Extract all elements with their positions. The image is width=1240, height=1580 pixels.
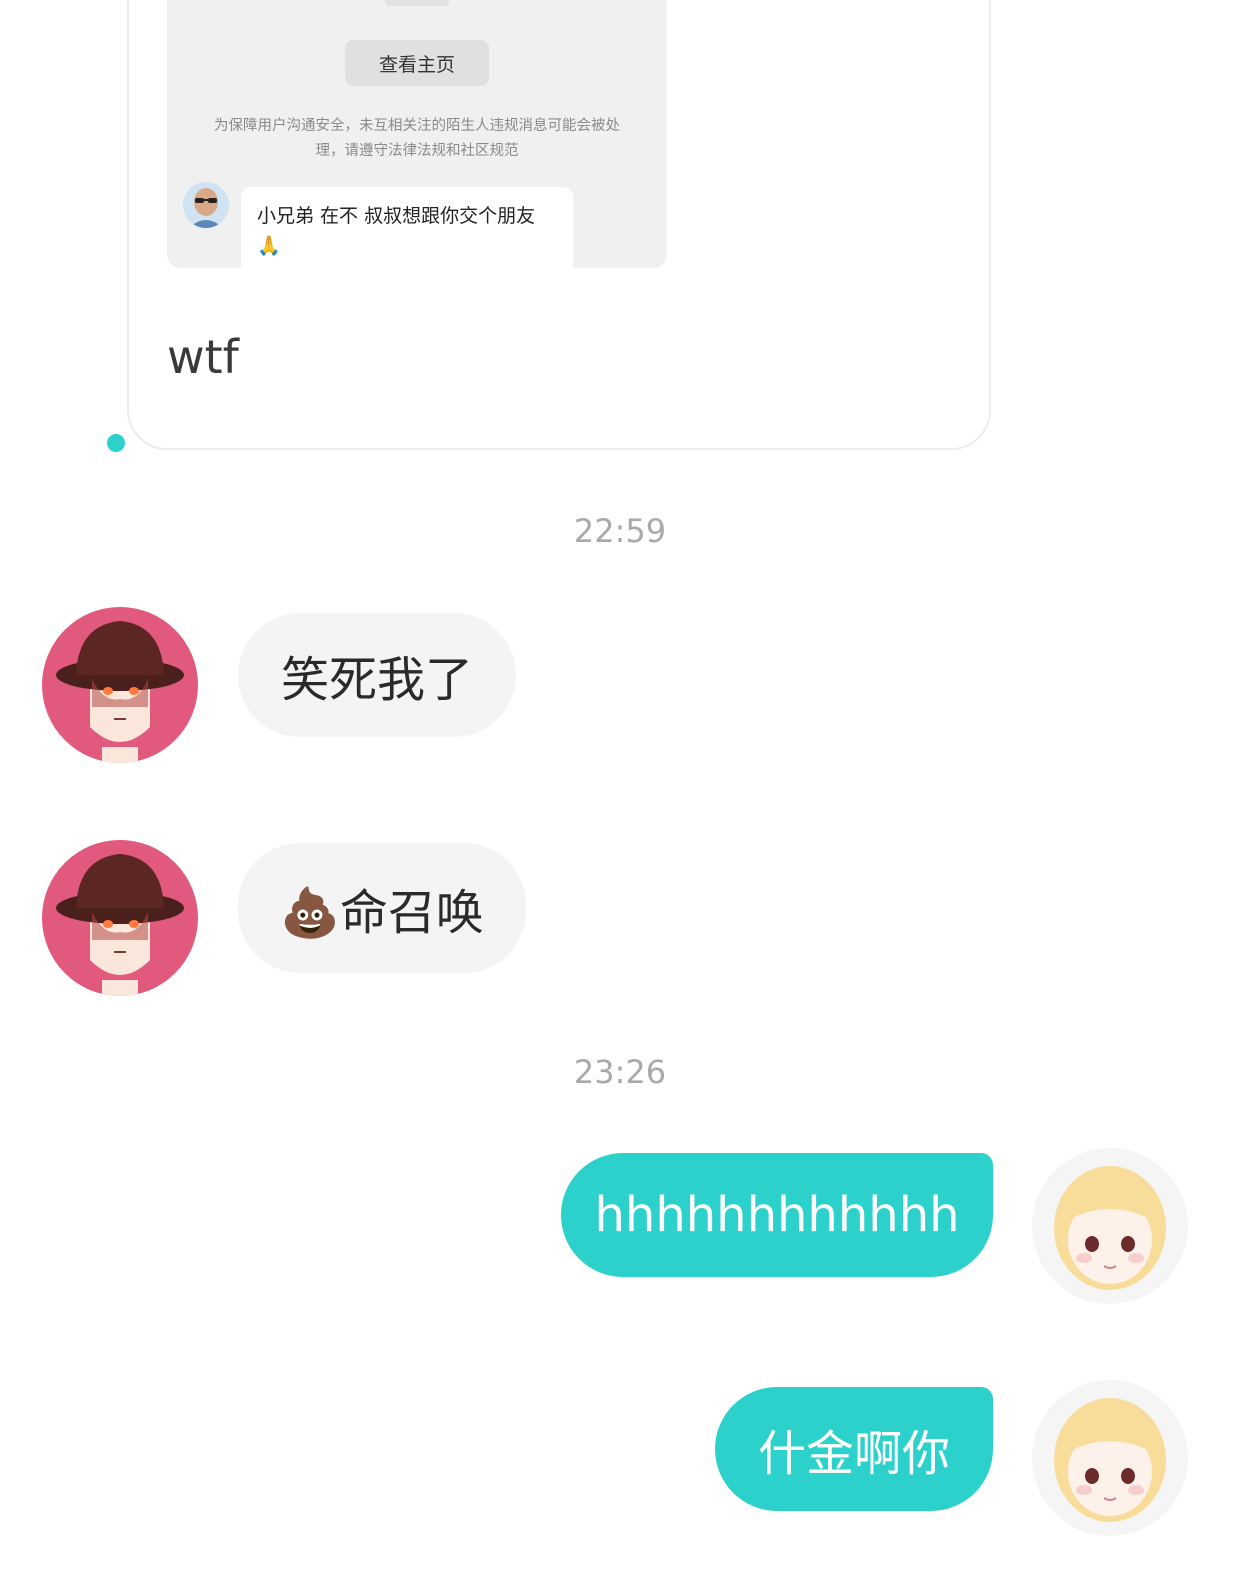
- anime-boy-avatar-icon: [42, 840, 198, 996]
- timestamp: 23:26: [573, 1053, 667, 1091]
- timestamp: 22:59: [573, 512, 667, 550]
- cropped-label: [385, 0, 449, 6]
- incoming-message-bubble[interactable]: 💩命召唤: [238, 843, 526, 973]
- stranger-message-bubble: 小兄弟 在不 叔叔想跟你交个朋友 🙏: [241, 187, 573, 268]
- other-user-avatar[interactable]: [42, 840, 198, 996]
- anime-boy-avatar-icon: [42, 607, 198, 763]
- message-text: 笑死我了: [280, 652, 473, 708]
- stranger-message-text: 小兄弟 在不 叔叔想跟你交个朋友: [257, 205, 536, 227]
- stranger-avatar-icon: [183, 182, 229, 228]
- unread-dot: [107, 434, 125, 452]
- pray-emoji: 🙏: [257, 235, 281, 257]
- message-text: 什金啊你: [757, 1426, 950, 1482]
- message-text: hhhhhhhhhhhh: [594, 1187, 960, 1243]
- my-avatar[interactable]: [1032, 1380, 1188, 1536]
- incoming-message-bubble[interactable]: 笑死我了: [238, 613, 516, 737]
- my-avatar[interactable]: [1032, 1148, 1188, 1304]
- message-text: 💩命召唤: [280, 885, 484, 941]
- caption-text: wtf: [167, 330, 239, 384]
- other-user-avatar[interactable]: [42, 607, 198, 763]
- cartoon-girl-avatar-icon: [1032, 1380, 1188, 1536]
- cartoon-girl-avatar-icon: [1032, 1148, 1188, 1304]
- outgoing-message-bubble[interactable]: 什金啊你: [715, 1387, 993, 1511]
- shared-screenshot[interactable]: 查看主页 为保障用户沟通安全，未互相关注的陌生人违规消息可能会被处理，请遵守法律…: [167, 0, 667, 268]
- safety-notice: 为保障用户沟通安全，未互相关注的陌生人违规消息可能会被处理，请遵守法律法规和社区…: [214, 118, 620, 159]
- outgoing-message-bubble[interactable]: hhhhhhhhhhhh: [561, 1153, 993, 1277]
- view-profile-button[interactable]: 查看主页: [345, 40, 489, 86]
